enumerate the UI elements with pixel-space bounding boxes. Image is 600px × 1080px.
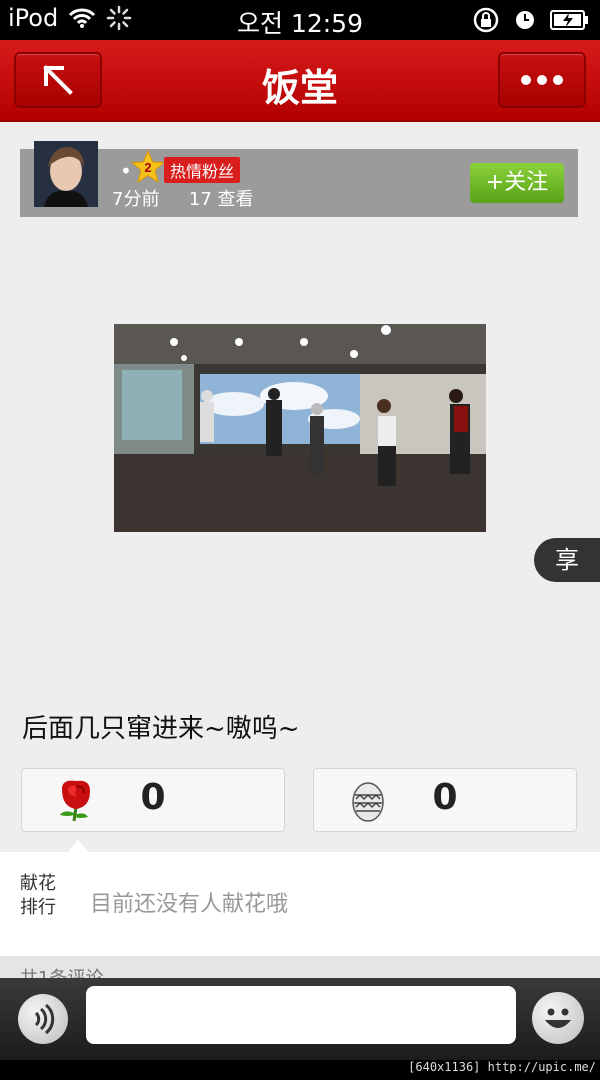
battery-charging-icon bbox=[550, 10, 588, 30]
egg-count: 0 bbox=[432, 777, 458, 818]
comment-input[interactable] bbox=[86, 986, 516, 1044]
flower-ranking-empty: 目前还没有人献花哦 bbox=[90, 892, 289, 917]
more-dots-icon bbox=[521, 75, 563, 85]
flower-ranking-panel: 献花 排行 目前还没有人献花哦 bbox=[0, 852, 600, 956]
comments-count: 共1条评论 bbox=[20, 964, 103, 978]
status-right bbox=[472, 6, 590, 34]
status-bar: iPod 오전 12:59 bbox=[0, 0, 600, 40]
more-button[interactable] bbox=[498, 52, 586, 108]
follow-button[interactable]: +关注 bbox=[470, 163, 564, 203]
rotation-lock-icon bbox=[473, 7, 499, 33]
flower-count: 0 bbox=[140, 777, 166, 818]
time-ago: 7分前 bbox=[112, 189, 160, 210]
view-count: 17 查看 bbox=[188, 189, 254, 210]
post-content: • 2 热情粉丝 7分前 17 查看 +关注 享 后面几只窜进来~嗷呜~ 0 0 bbox=[0, 122, 600, 852]
fan-badge: 热情粉丝 bbox=[164, 157, 241, 183]
nav-bar: 饭堂 bbox=[0, 40, 600, 122]
egg-counter[interactable]: 0 bbox=[313, 768, 577, 832]
watermark: [640x1136] http://upic.me/ bbox=[408, 1060, 596, 1074]
flower-counter[interactable]: 0 bbox=[21, 768, 285, 832]
level-number: 2 bbox=[144, 160, 151, 175]
level-star-icon: 2 bbox=[130, 149, 166, 184]
voice-button[interactable] bbox=[18, 994, 68, 1044]
composer-bar bbox=[0, 978, 600, 1060]
comments-header: 共1条评论 bbox=[0, 956, 600, 978]
flower-ranking-label: 献花 排行 bbox=[20, 873, 56, 918]
alarm-clock-icon bbox=[516, 11, 534, 29]
voice-icon bbox=[34, 1003, 55, 1035]
panel-pointer bbox=[68, 840, 88, 852]
emoji-button[interactable] bbox=[532, 992, 584, 1044]
post-text: 后面几只窜进来~嗷呜~ bbox=[22, 714, 300, 744]
post-meta: 7分前 17 查看 bbox=[112, 185, 254, 211]
author-bar: • 2 热情粉丝 7分前 17 查看 +关注 bbox=[20, 141, 578, 217]
avatar[interactable] bbox=[34, 141, 98, 207]
emoji-icon bbox=[545, 1008, 571, 1028]
share-tab[interactable]: 享 bbox=[534, 538, 600, 582]
post-media[interactable] bbox=[114, 324, 486, 532]
